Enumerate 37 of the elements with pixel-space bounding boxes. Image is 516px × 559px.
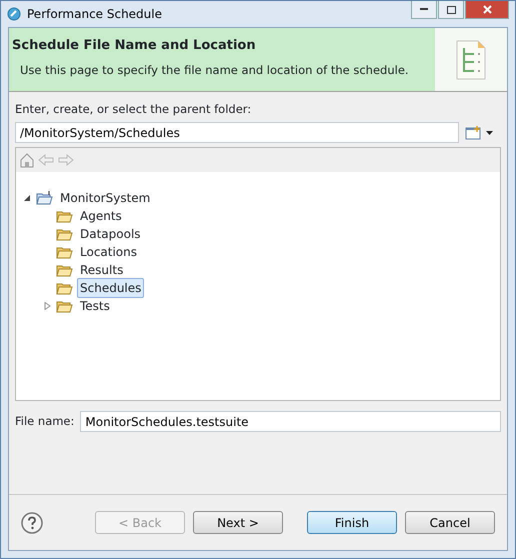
folder-icon bbox=[56, 299, 73, 314]
dialog-button[interactable]: Finish bbox=[307, 511, 397, 534]
folder-icon bbox=[56, 263, 73, 278]
folder-field[interactable]: /MonitorSystem/Schedules bbox=[15, 122, 459, 144]
dialog-button[interactable]: Cancel bbox=[405, 511, 495, 534]
expand-icon[interactable] bbox=[44, 302, 50, 310]
folder-icon bbox=[56, 209, 73, 224]
tree-item[interactable]: Results bbox=[77, 260, 126, 280]
tree-item[interactable]: MonitorSystem bbox=[57, 188, 154, 208]
folder-icon bbox=[56, 281, 73, 296]
dialog-button[interactable]: Next > bbox=[193, 511, 283, 534]
tree-item[interactable]: Locations bbox=[77, 242, 140, 262]
document-icon bbox=[456, 40, 486, 80]
page-description: Use this page to specify the file name and location of the schedule. bbox=[19, 62, 409, 78]
window-title: Performance Schedule bbox=[27, 6, 162, 23]
folder-icon bbox=[56, 227, 73, 242]
project-folder-icon bbox=[36, 191, 53, 206]
minimize-icon bbox=[420, 8, 428, 11]
folder-label: Enter, create, or select the parent folder: bbox=[15, 101, 252, 118]
help-icon[interactable] bbox=[21, 512, 43, 534]
file-name-field[interactable]: MonitorSchedules.testsuite bbox=[80, 411, 501, 432]
maximize-button[interactable] bbox=[438, 1, 464, 19]
minimize-button[interactable] bbox=[411, 1, 437, 19]
collapse-icon[interactable] bbox=[24, 194, 30, 202]
new-folder-icon bbox=[465, 126, 483, 140]
tree-item[interactable]: Agents bbox=[77, 206, 125, 226]
folder-icon bbox=[56, 245, 73, 260]
close-icon bbox=[482, 5, 492, 14]
tree-item[interactable]: Tests bbox=[77, 296, 113, 316]
app-icon bbox=[7, 7, 21, 21]
page-title: Schedule File Name and Location bbox=[11, 37, 257, 55]
file-name-label: File name: bbox=[15, 413, 74, 430]
close-button[interactable] bbox=[465, 1, 509, 19]
tree-item[interactable]: Datapools bbox=[77, 224, 144, 244]
dropdown-arrow-icon bbox=[486, 130, 493, 135]
tree-item[interactable]: Schedules bbox=[77, 278, 144, 298]
maximize-icon bbox=[446, 6, 456, 14]
